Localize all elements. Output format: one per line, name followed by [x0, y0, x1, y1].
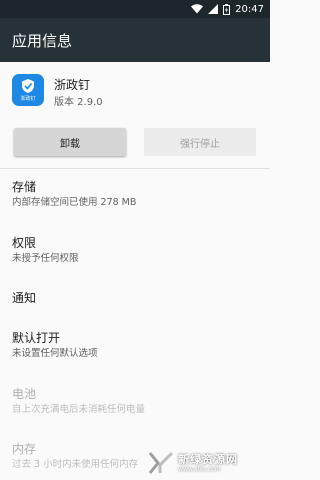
battery-summary: 自上次充满电后未消耗任何电量: [12, 404, 146, 415]
battery-item: 电池 自上次充满电后未消耗任何电量: [12, 387, 258, 416]
app-version: 版本 2.9.0: [54, 97, 103, 108]
signal-icon: [208, 4, 219, 14]
open-by-default-item[interactable]: 默认打开 未设置任何默认选项: [12, 331, 258, 360]
storage-summary: 内部存储空间已使用 278 MB: [12, 197, 137, 208]
battery-title: 电池: [12, 387, 37, 401]
open-by-default-title: 默认打开: [12, 331, 61, 345]
app-bar: 应用信息: [0, 18, 270, 62]
notifications-title: 通知: [12, 291, 37, 305]
uninstall-button[interactable]: 卸载: [14, 128, 126, 156]
storage-title: 存储: [12, 180, 37, 194]
status-time: 20:47: [235, 3, 264, 15]
permissions-title: 权限: [12, 236, 37, 250]
app-header: 浙政钉 浙政钉 版本 2.9.0: [0, 62, 270, 124]
watermark: 新绿资源网 www.xlks.com: [148, 448, 266, 478]
watermark-logo-icon: [148, 451, 174, 474]
notifications-item[interactable]: 通知: [12, 291, 258, 305]
shield-icon: [22, 79, 34, 93]
divider: [0, 168, 270, 169]
permissions-summary: 未授予任何权限: [12, 253, 79, 264]
permissions-item[interactable]: 权限 未授予任何权限: [12, 236, 258, 265]
app-name: 浙政钉: [54, 78, 91, 92]
wifi-icon: [191, 4, 204, 14]
app-icon-label: 浙政钉: [20, 96, 36, 102]
watermark-text: 新绿资源网: [178, 452, 238, 466]
force-stop-button[interactable]: 强行停止: [144, 128, 256, 156]
page-title: 应用信息: [12, 31, 73, 50]
app-icon: 浙政钉: [12, 74, 44, 106]
watermark-sub: www.xlks.com: [178, 465, 221, 473]
storage-item[interactable]: 存储 内部存储空间已使用 278 MB: [12, 180, 258, 209]
status-bar: 20:47: [0, 0, 270, 18]
open-by-default-summary: 未设置任何默认选项: [12, 348, 98, 359]
battery-icon: [223, 3, 231, 15]
